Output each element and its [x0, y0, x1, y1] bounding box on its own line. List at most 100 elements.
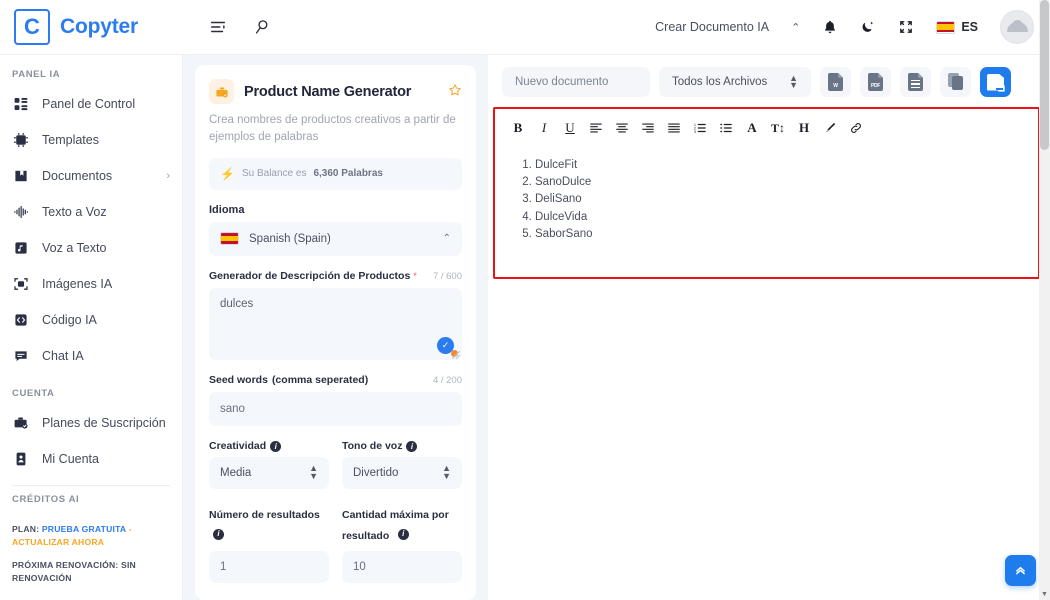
document-content[interactable]: DulceFit SanoDulce DeliSano DulceVida Sa…	[495, 145, 1038, 242]
bold-icon[interactable]: B	[505, 117, 531, 139]
audio-file-icon	[12, 239, 30, 257]
logo-mark: C	[14, 9, 50, 45]
info-icon[interactable]: i	[213, 529, 224, 541]
formatting-toolbar: B I U 1 2 3 A T↕ H	[495, 109, 1038, 145]
template-description: Crea nombres de productos creativos a pa…	[209, 114, 456, 144]
results-count-label: Número de resultados	[209, 508, 320, 521]
moon-icon[interactable]	[860, 19, 876, 35]
create-document-label[interactable]: Crear Documento IA	[655, 20, 769, 34]
heading-icon[interactable]: H	[791, 117, 817, 139]
sidebar-item-label: Código IA	[42, 313, 97, 327]
file-filter-value: Todos los Archivos	[672, 76, 768, 88]
generated-names-list: DulceFit SanoDulce DeliSano DulceVida Sa…	[513, 157, 1020, 242]
plan-prefix: PLAN:	[12, 524, 40, 534]
align-justify-icon[interactable]	[661, 117, 687, 139]
chevron-up-icon: ⌃	[442, 233, 451, 244]
link-icon[interactable]	[843, 117, 869, 139]
prompt-value: dulces	[220, 297, 254, 310]
editor-panel: Nuevo documento Todos los Archivos ▲ ▼ W …	[488, 55, 1050, 600]
plan-upgrade-link[interactable]: ACTUALIZAR AHORA	[12, 537, 104, 547]
sidebar-item-label: Documentos	[42, 169, 113, 183]
file-filter-select[interactable]: Todos los Archivos ▲ ▼	[659, 67, 811, 97]
scrollbar-thumb[interactable]	[1040, 0, 1049, 150]
document-name-placeholder: Nuevo documento	[515, 76, 609, 88]
sidebar-item-codigo-ia[interactable]: Código IA	[0, 302, 182, 338]
sidebar-item-label: Texto a Voz	[42, 205, 107, 219]
sidebar-item-label: Templates	[42, 133, 99, 147]
sidebar-item-texto-a-voz[interactable]: Texto a Voz	[0, 194, 182, 230]
tone-value: Divertido	[353, 466, 399, 479]
compress-icon[interactable]	[898, 19, 914, 35]
save-document-icon[interactable]	[980, 67, 1011, 97]
ordered-list-icon[interactable]: 1 2 3	[687, 117, 713, 139]
max-length-input[interactable]: 10	[342, 550, 462, 583]
font-size-icon[interactable]: T↕	[765, 117, 791, 139]
results-count-input[interactable]: 1	[209, 550, 329, 583]
sidebar-item-label: Mi Cuenta	[42, 452, 99, 466]
sidebar-item-label: Chat IA	[42, 349, 84, 363]
info-icon[interactable]: i	[406, 440, 418, 452]
sidebar: PANEL IA Panel de Control Templates Docu…	[0, 55, 183, 600]
word-export-icon[interactable]: W	[820, 67, 851, 97]
stepper-arrows-icon: ▲ ▼	[309, 463, 318, 481]
brand-name: Copyter	[60, 15, 138, 38]
align-left-icon[interactable]	[583, 117, 609, 139]
language-code: ES	[961, 20, 978, 34]
search-icon[interactable]	[253, 18, 271, 36]
document-toolbar: Nuevo documento Todos los Archivos ▲ ▼ W …	[488, 55, 1050, 107]
flag-spain-icon	[220, 232, 239, 245]
tone-label: Tono de voz	[342, 439, 403, 452]
bolt-icon: ⚡	[220, 166, 235, 181]
star-icon[interactable]	[448, 83, 462, 100]
list-settings-icon[interactable]	[209, 18, 227, 36]
highlighter-icon[interactable]	[817, 117, 843, 139]
sidebar-item-imagenes-ia[interactable]: Imágenes IA	[0, 266, 182, 302]
list-item: DulceVida	[535, 209, 1020, 226]
sidebar-item-voz-a-texto[interactable]: Voz a Texto	[0, 230, 182, 266]
info-icon[interactable]: i	[270, 440, 282, 452]
scrollbar-down-arrow[interactable]: ▼	[1039, 589, 1050, 600]
sidebar-item-mi-cuenta[interactable]: Mi Cuenta	[0, 441, 182, 477]
bell-icon[interactable]	[822, 19, 838, 35]
template-form-panel: Product Name Generator Crea nombres de p…	[183, 55, 488, 600]
chevron-up-icon[interactable]: ⌃	[791, 21, 800, 34]
sidebar-item-planes-de-suscripcion[interactable]: Planes de Suscripción	[0, 405, 182, 441]
sidebar-item-chat-ia[interactable]: Chat IA	[0, 338, 182, 374]
brand-logo[interactable]: C Copyter	[0, 9, 183, 45]
italic-icon[interactable]: I	[531, 117, 557, 139]
plan-dash: -	[128, 524, 132, 534]
info-icon[interactable]: i	[397, 529, 409, 541]
page-scrollbar[interactable]: ▲ ▼	[1039, 0, 1050, 600]
resize-handle[interactable]	[452, 350, 460, 359]
sidebar-item-label: Voz a Texto	[42, 241, 107, 255]
copy-icon[interactable]	[940, 67, 971, 97]
sidebar-item-templates[interactable]: Templates	[0, 122, 182, 158]
pdf-export-icon[interactable]: PDF	[860, 67, 891, 97]
seed-words-value: sano	[220, 402, 245, 415]
svg-text:3: 3	[694, 130, 696, 134]
scroll-to-top-button[interactable]	[1005, 555, 1036, 586]
tone-select[interactable]: Divertido ▲ ▼	[342, 456, 462, 489]
document-name-input[interactable]: Nuevo documento	[502, 67, 650, 97]
language-selector[interactable]: ES	[936, 20, 978, 34]
waveform-icon	[12, 203, 30, 221]
creativity-select[interactable]: Media ▲ ▼	[209, 456, 329, 489]
underline-icon[interactable]: U	[557, 117, 583, 139]
plan-value: PRUEBA GRATUITA	[41, 524, 127, 534]
chat-icon	[12, 347, 30, 365]
align-right-icon[interactable]	[635, 117, 661, 139]
avatar[interactable]	[1000, 10, 1034, 44]
seed-words-input[interactable]: sano	[209, 391, 462, 426]
account-card-icon	[12, 450, 30, 468]
sidebar-item-panel-de-control[interactable]: Panel de Control	[0, 86, 182, 122]
prompt-textarea[interactable]: dulces ✓	[209, 287, 462, 360]
align-center-icon[interactable]	[609, 117, 635, 139]
unordered-list-icon[interactable]	[713, 117, 739, 139]
font-color-icon[interactable]: A	[739, 117, 765, 139]
language-label: Idioma	[209, 203, 245, 216]
top-bar: C Copyter Crear Documento IA ⌃ ES	[0, 0, 1050, 55]
language-select[interactable]: Spanish (Spain) ⌃	[209, 221, 462, 256]
text-export-icon[interactable]	[900, 67, 931, 97]
plan-line: PLAN: PRUEBA GRATUITA - ACTUALIZAR AHORA	[0, 521, 182, 551]
sidebar-item-documentos[interactable]: Documentos ›	[0, 158, 182, 194]
